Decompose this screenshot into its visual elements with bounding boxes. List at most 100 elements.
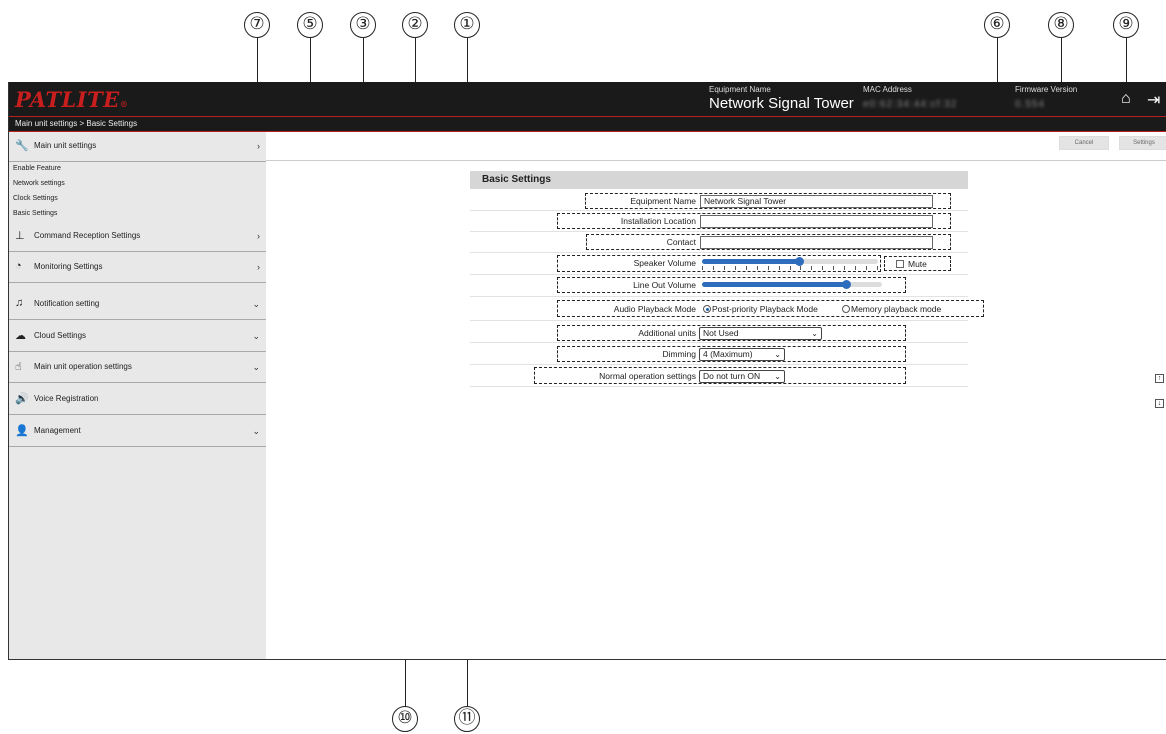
sidebar-item-cloud[interactable]: ☁ Cloud Settings ⌄ bbox=[9, 322, 266, 352]
cloud-icon: ☁ bbox=[15, 330, 26, 342]
sidebar-subitem-basic-settings[interactable]: Basic Settings bbox=[13, 210, 57, 217]
slider-tick bbox=[735, 266, 736, 270]
callout-2: ② bbox=[402, 12, 428, 38]
slider-tick bbox=[757, 266, 758, 270]
breadcrumb-bar: Main unit settings > Basic Settings bbox=[9, 117, 1166, 131]
mute-checkbox[interactable] bbox=[896, 260, 904, 268]
bell-icon: ♫ bbox=[15, 297, 24, 309]
scroll-down-icon[interactable]: ↓ bbox=[1155, 399, 1164, 408]
sidebar: 🔧 Main unit settings › Enable Feature Ne… bbox=[9, 132, 266, 659]
speaker-volume-thumb[interactable] bbox=[795, 257, 804, 266]
callout-8: ⑧ bbox=[1048, 12, 1074, 38]
user-icon: 👤 bbox=[15, 425, 29, 437]
chevron-icon: › bbox=[257, 231, 260, 241]
slider-fill bbox=[702, 259, 799, 264]
slider-tick bbox=[779, 266, 780, 270]
contact-field[interactable] bbox=[700, 236, 933, 249]
row-divider bbox=[470, 231, 968, 232]
sidebar-item-management[interactable]: 👤 Management ⌄ bbox=[9, 417, 266, 447]
section-title: Basic Settings bbox=[470, 171, 968, 189]
installation-location-field[interactable] bbox=[700, 215, 933, 228]
sidebar-item-notification[interactable]: ♫ Notification setting ⌄ bbox=[9, 290, 266, 320]
callout-9: ⑨ bbox=[1113, 12, 1139, 38]
slider-tick bbox=[724, 266, 725, 270]
slider-tick bbox=[790, 266, 791, 270]
chevron-down-icon: ⌄ bbox=[252, 426, 260, 436]
annotated-screenshot: PATLITE® Equipment Name Network Signal T… bbox=[0, 0, 1166, 734]
row-divider bbox=[470, 252, 968, 253]
chevron-down-icon: ⌄ bbox=[811, 329, 818, 338]
row-divider bbox=[470, 210, 968, 211]
wrench-icon: 🔧 bbox=[15, 140, 29, 152]
slider-tick bbox=[844, 266, 845, 270]
sidebar-item-command-reception[interactable]: ⊥ Command Reception Settings › bbox=[9, 222, 266, 252]
normal-operation-settings-label: Normal operation settings bbox=[599, 371, 696, 381]
slider-tick bbox=[702, 266, 703, 270]
row-divider bbox=[470, 386, 968, 387]
speaker-icon: 🔊 bbox=[15, 393, 29, 405]
callout-1: ① bbox=[454, 12, 480, 38]
sidebar-subitem-enable-feature[interactable]: Enable Feature bbox=[13, 165, 61, 172]
mac-address-header-value: e0:62:34:44:cf:32 bbox=[863, 99, 958, 110]
chevron-icon: › bbox=[257, 262, 260, 272]
patlite-logo: PATLITE® bbox=[15, 87, 129, 112]
slider-tick bbox=[822, 266, 823, 270]
chevron-down-icon: ⌄ bbox=[252, 331, 260, 341]
equipment-name-header-value: Network Signal Tower bbox=[709, 95, 854, 112]
normal-operation-settings-select[interactable]: Do not turn ON ⌄ bbox=[699, 370, 785, 383]
slider-tick bbox=[877, 266, 878, 270]
firmware-version-header-value: 0.554 bbox=[1015, 99, 1046, 110]
chevron-down-icon: ⌄ bbox=[252, 299, 260, 309]
slider-tick bbox=[833, 266, 834, 270]
firmware-version-header-label: Firmware Version bbox=[1015, 85, 1078, 94]
speaker-volume-label: Speaker Volume bbox=[633, 258, 696, 268]
breadcrumb: Main unit settings > Basic Settings bbox=[15, 119, 138, 128]
line-out-volume-slider[interactable] bbox=[702, 282, 882, 287]
callout-11: ⑪ bbox=[454, 706, 480, 732]
network-icon: ⊥ bbox=[15, 230, 25, 242]
scroll-up-icon[interactable]: ↑ bbox=[1155, 374, 1164, 383]
additional-units-label: Additional units bbox=[638, 328, 696, 338]
line-out-volume-thumb[interactable] bbox=[842, 280, 851, 289]
callout-10: ⑩ bbox=[392, 706, 418, 732]
additional-units-select[interactable]: Not Used ⌄ bbox=[699, 327, 822, 340]
equipment-name-field[interactable]: Network Signal Tower bbox=[700, 195, 933, 208]
callout-7: ⑦ bbox=[244, 12, 270, 38]
dimming-select[interactable]: 4 (Maximum) ⌄ bbox=[699, 348, 785, 361]
callout-6: ⑥ bbox=[984, 12, 1010, 38]
logout-icon[interactable]: ⇥ bbox=[1147, 90, 1160, 110]
home-icon[interactable]: ⌂ bbox=[1121, 90, 1131, 108]
sidebar-item-voice-registration[interactable]: 🔊 Voice Registration bbox=[9, 385, 266, 415]
line-out-volume-label: Line Out Volume bbox=[633, 280, 696, 290]
memory-playback-label: Memory playback mode bbox=[851, 304, 942, 314]
toolbar-divider bbox=[266, 160, 1166, 161]
installation-location-label: Installation Location bbox=[620, 216, 696, 226]
audio-playback-mode-label: Audio Playback Mode bbox=[613, 304, 696, 314]
memory-playback-radio[interactable] bbox=[842, 305, 850, 313]
sidebar-subitem-network-settings[interactable]: Network settings bbox=[13, 180, 65, 187]
slider-ticks bbox=[702, 266, 878, 270]
sidebar-item-monitoring[interactable]: ◔ Monitoring Settings › bbox=[9, 253, 266, 283]
slider-tick bbox=[768, 266, 769, 270]
chevron-down-icon: ⌄ bbox=[774, 372, 781, 381]
hand-icon: ☝ bbox=[15, 361, 22, 373]
row-divider bbox=[470, 364, 968, 365]
settings-button[interactable]: Settings bbox=[1119, 136, 1166, 150]
post-priority-radio[interactable] bbox=[703, 305, 711, 313]
slider-tick bbox=[811, 266, 812, 270]
gauge-icon: ◔ bbox=[15, 260, 22, 272]
cancel-button[interactable]: Cancel bbox=[1059, 136, 1109, 150]
sidebar-item-main-unit-operation[interactable]: ☝ Main unit operation settings ⌄ bbox=[9, 353, 266, 383]
dimming-value: 4 (Maximum) bbox=[703, 349, 753, 359]
speaker-volume-slider[interactable] bbox=[702, 259, 878, 264]
additional-units-value: Not Used bbox=[703, 328, 739, 338]
normal-operation-settings-value: Do not turn ON bbox=[703, 371, 761, 381]
contact-label: Contact bbox=[666, 237, 696, 247]
chevron-down-icon: ⌄ bbox=[252, 362, 260, 372]
row-divider bbox=[470, 320, 968, 321]
sidebar-subitem-clock-settings[interactable]: Clock Settings bbox=[13, 195, 58, 202]
callout-3: ③ bbox=[350, 12, 376, 38]
sidebar-item-main-unit-settings[interactable]: 🔧 Main unit settings › bbox=[9, 132, 266, 162]
header-bar bbox=[9, 82, 1166, 116]
post-priority-label: Post-priority Playback Mode bbox=[712, 304, 818, 314]
